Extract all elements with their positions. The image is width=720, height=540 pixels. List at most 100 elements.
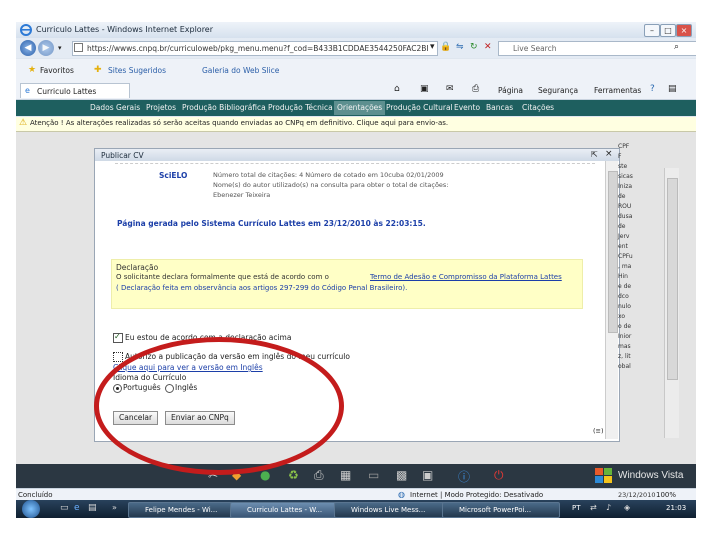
- back-button[interactable]: ◀: [20, 40, 36, 56]
- quicklaunch-more-icon[interactable]: »: [112, 503, 117, 512]
- bg-text: de: [618, 193, 626, 200]
- favorites-button[interactable]: Favoritos: [40, 66, 74, 75]
- address-input[interactable]: https://wwws.cnpq.br/curriculoweb/pkg_me…: [72, 41, 438, 56]
- apps-icon[interactable]: ▣: [422, 468, 433, 482]
- favorites-bar: ★ Favoritos ✚ Sites Sugeridos Galeria do…: [16, 59, 696, 82]
- lattes-menu-bancas[interactable]: Bancas: [486, 103, 513, 112]
- information-bar-text[interactable]: Atenção ! As alterações realizadas só se…: [30, 119, 448, 127]
- lattes-menu-dados-gerais[interactable]: Dados Gerais: [90, 103, 140, 112]
- tray-network-icon[interactable]: ⇄: [590, 503, 597, 512]
- page-scroll-thumb[interactable]: [667, 178, 678, 380]
- task-powerpoint[interactable]: Microsoft PowerPoi...: [442, 502, 560, 518]
- bg-text: , ma: [618, 263, 632, 270]
- agree-checkbox[interactable]: ✓: [113, 332, 123, 343]
- bg-text: ROU: [618, 203, 632, 210]
- printer-icon[interactable]: ⎙: [314, 468, 324, 483]
- tray-sound-icon[interactable]: ♪: [606, 503, 611, 512]
- tab-label: Curriculo Lattes: [37, 87, 97, 96]
- compatibility-icon[interactable]: ⇋: [456, 42, 464, 52]
- stop-icon[interactable]: ✕: [484, 42, 492, 52]
- quicklaunch-ie-icon[interactable]: e: [74, 503, 80, 513]
- dialog-resize-icon[interactable]: ⇱: [591, 150, 598, 159]
- grid-icon[interactable]: ▩: [396, 468, 407, 482]
- power-icon[interactable]: ⏻: [494, 468, 504, 483]
- lattes-menu-orientacoes[interactable]: Orientações: [334, 101, 386, 115]
- feeds-icon[interactable]: ▣: [420, 84, 429, 94]
- generated-note: Página gerada pelo Sistema Currículo Lat…: [117, 219, 426, 228]
- clock[interactable]: 21:03: [666, 504, 686, 512]
- lock-icon[interactable]: 🔒: [440, 42, 451, 52]
- bg-text: sicas: [618, 173, 633, 180]
- security-zone-text[interactable]: Internet | Modo Protegido: Desativado: [410, 491, 543, 499]
- show-desktop-icon[interactable]: ▭: [60, 503, 69, 513]
- task-curriculo-lattes[interactable]: Curriculo Lattes - W...: [230, 502, 346, 518]
- bg-text: Inior: [618, 333, 632, 340]
- authorize-checkbox[interactable]: [113, 352, 123, 362]
- history-dropdown-icon[interactable]: ▾: [58, 44, 62, 52]
- help-icon[interactable]: ?: [650, 84, 655, 94]
- declaration-text: O solicitante declara formalmente que es…: [116, 273, 329, 281]
- lattes-menu-evento[interactable]: Evento: [454, 103, 480, 112]
- browser-window: Curriculo Lattes - Windows Internet Expl…: [16, 22, 696, 518]
- search-input[interactable]: Live Search: [498, 41, 696, 56]
- bg-text: Iniza: [618, 183, 633, 190]
- mail-icon[interactable]: ✉: [446, 84, 454, 94]
- tools-menu[interactable]: Ferramentas: [594, 86, 641, 95]
- refresh-icon[interactable]: ↻: [470, 42, 478, 52]
- calendar-icon[interactable]: ▦: [340, 468, 351, 482]
- vista-watermark: Windows Vista: [618, 470, 684, 481]
- page-scrollbar[interactable]: [664, 168, 679, 438]
- bg-text: CPF: [618, 143, 630, 150]
- maximize-button[interactable]: □: [660, 24, 676, 37]
- section-divider: [115, 163, 595, 165]
- page-favicon-icon: [74, 43, 83, 52]
- favorite-link-webslice[interactable]: Galeria do Web Slice: [202, 66, 279, 75]
- lattes-menu-citacoes[interactable]: Citações: [522, 103, 554, 112]
- watermark-date: 23/12/2010: [618, 491, 656, 499]
- tab-lattes[interactable]: e Curriculo Lattes: [20, 83, 130, 98]
- dialog-title: Publicar CV: [101, 151, 144, 160]
- scielo-label: SciELO: [159, 171, 188, 180]
- lattes-menu-producao-cultural[interactable]: Produção Cultural: [386, 103, 453, 112]
- dialog-close-icon[interactable]: ×: [605, 149, 613, 159]
- terms-link[interactable]: Termo de Adesão e Compromisso da Platafo…: [370, 273, 562, 281]
- search-icon[interactable]: ⌕: [674, 42, 679, 52]
- start-button[interactable]: [22, 500, 40, 518]
- dialog-scrollbar[interactable]: [605, 161, 618, 439]
- help-circle-icon[interactable]: ⓘ: [458, 468, 470, 485]
- scielo-line-3: Ebenezer Teixeira: [213, 191, 271, 199]
- address-dropdown-icon[interactable]: ▾: [430, 42, 435, 52]
- bg-text: dco: [618, 293, 629, 300]
- declaration-note: ( Declaração feita em observância aos ar…: [116, 284, 408, 292]
- window-title: Curriculo Lattes - Windows Internet Expl…: [36, 25, 214, 34]
- print-icon[interactable]: ⎙: [472, 84, 479, 94]
- security-menu[interactable]: Segurança: [538, 86, 578, 95]
- favorite-link-suggested[interactable]: Sites Sugeridos: [108, 66, 166, 75]
- page-menu[interactable]: Página: [498, 86, 523, 95]
- language-indicator[interactable]: PT: [572, 504, 581, 512]
- add-favorite-icon[interactable]: ✚: [94, 65, 102, 75]
- close-button[interactable]: ×: [676, 24, 692, 37]
- recycle-icon[interactable]: ♻: [288, 468, 299, 482]
- tray-shield-icon[interactable]: ◈: [624, 503, 630, 512]
- bg-text: dusa: [618, 213, 633, 220]
- red-highlight-oval: [94, 337, 344, 475]
- minimize-button[interactable]: –: [644, 24, 660, 37]
- internet-zone-icon: ◍: [398, 490, 405, 499]
- home-icon[interactable]: ⌂: [394, 84, 400, 94]
- task-felipe[interactable]: Felipe Mendes - Wi...: [128, 502, 242, 518]
- switch-windows-icon[interactable]: ▤: [88, 503, 97, 513]
- research-icon[interactable]: ▤: [668, 84, 677, 94]
- window-icon[interactable]: ▭: [368, 468, 379, 482]
- forward-button[interactable]: ▶: [38, 40, 54, 56]
- bg-text: mas: [618, 343, 631, 350]
- dialog-scroll-thumb[interactable]: [608, 171, 618, 333]
- task-windows-live[interactable]: Windows Live Mess...: [334, 502, 454, 518]
- information-bar[interactable]: ⚠ Atenção ! As alterações realizadas só …: [16, 117, 696, 132]
- bg-text: Jerv: [618, 233, 630, 240]
- lattes-menu-producao-bibliografica[interactable]: Produção Bibliográfica: [182, 103, 266, 112]
- lattes-menu-producao-tecnica[interactable]: Produção Técnica: [268, 103, 333, 112]
- warning-icon: ⚠: [19, 118, 28, 128]
- zoom-level[interactable]: 100%: [656, 491, 676, 499]
- lattes-menu-projetos[interactable]: Projetos: [146, 103, 176, 112]
